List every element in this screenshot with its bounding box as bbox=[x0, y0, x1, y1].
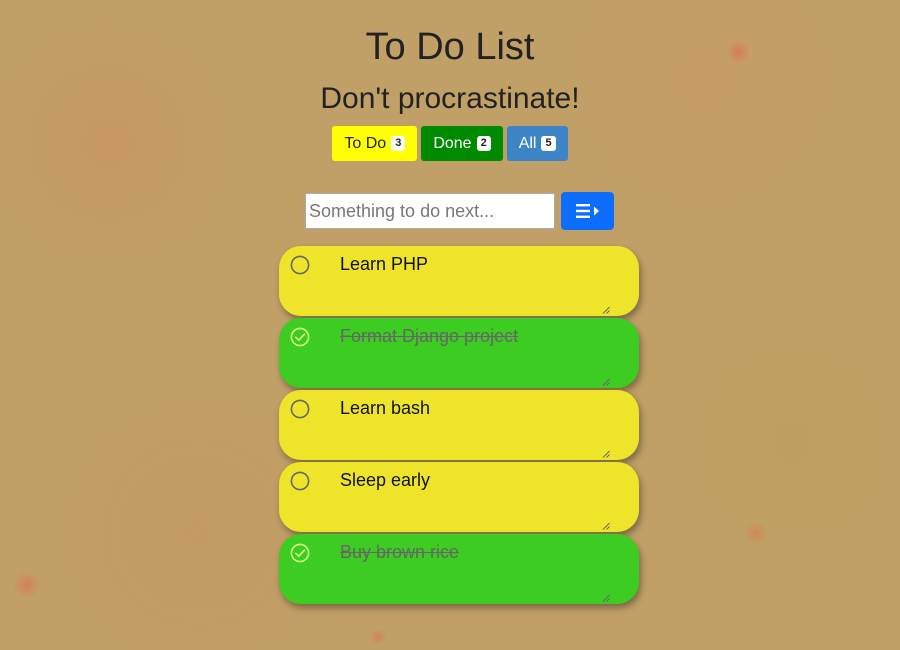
page-title: To Do List bbox=[365, 26, 535, 68]
resize-handle-icon[interactable] bbox=[602, 517, 610, 530]
task-item: Format Django project bbox=[279, 318, 639, 388]
task-item: Learn bash bbox=[279, 390, 639, 460]
task-text[interactable]: Learn bash bbox=[340, 398, 430, 419]
resize-handle-icon[interactable] bbox=[602, 445, 610, 458]
task-text[interactable]: Learn PHP bbox=[340, 254, 428, 275]
resize-handle-icon[interactable] bbox=[602, 373, 610, 386]
unchecked-circle-icon[interactable] bbox=[290, 255, 310, 275]
new-task-input[interactable] bbox=[305, 193, 555, 229]
filter-all-count-badge: 5 bbox=[541, 136, 556, 151]
filter-done-count-badge: 2 bbox=[476, 136, 491, 151]
filter-todo-count-badge: 3 bbox=[391, 136, 406, 151]
checked-circle-icon[interactable] bbox=[290, 543, 310, 563]
add-task-button[interactable] bbox=[561, 192, 614, 230]
unchecked-circle-icon[interactable] bbox=[290, 471, 310, 491]
task-text[interactable]: Buy brown rice bbox=[340, 542, 459, 563]
resize-handle-icon[interactable] bbox=[602, 589, 610, 602]
resize-handle-icon[interactable] bbox=[602, 301, 610, 314]
task-item: Buy brown rice bbox=[279, 534, 639, 604]
filter-todo-label: To Do bbox=[344, 134, 387, 152]
filter-bar: To Do 3 Done 2 All 5 bbox=[0, 126, 900, 161]
filter-all-button[interactable]: All 5 bbox=[506, 126, 568, 161]
filter-done-label: Done bbox=[433, 134, 472, 152]
filter-todo-button[interactable]: To Do 3 bbox=[332, 126, 418, 161]
filter-all-label: All bbox=[518, 134, 537, 152]
page-subtitle: Don't procrastinate! bbox=[320, 82, 580, 115]
add-task-row bbox=[305, 192, 614, 230]
task-text[interactable]: Format Django project bbox=[340, 326, 518, 347]
list-arrow-icon bbox=[575, 204, 599, 218]
task-item: Learn PHP bbox=[279, 246, 639, 316]
filter-done-button[interactable]: Done 2 bbox=[421, 126, 503, 161]
checked-circle-icon[interactable] bbox=[290, 327, 310, 347]
task-list: Learn PHP Format Django project Learn bash… bbox=[279, 246, 639, 606]
unchecked-circle-icon[interactable] bbox=[290, 399, 310, 419]
task-text[interactable]: Sleep early bbox=[340, 470, 430, 491]
task-item: Sleep early bbox=[279, 462, 639, 532]
